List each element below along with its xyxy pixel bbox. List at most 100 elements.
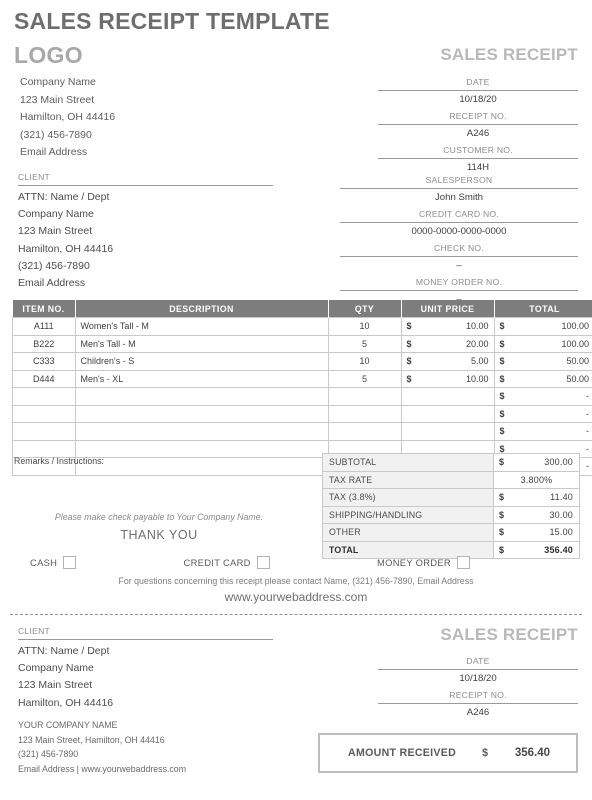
currency-symbol: $ [499, 527, 505, 538]
payment-info-value[interactable]: – [340, 257, 578, 276]
payment-info-value[interactable]: John Smith [340, 189, 578, 208]
cell-unit-price[interactable]: $20.00 [400, 334, 495, 353]
cell-total-value: 50.00 [566, 356, 589, 367]
receipt-page: SALES RECEIPT TEMPLATE LOGO SALES RECEIP… [0, 0, 592, 800]
checkbox[interactable] [256, 556, 270, 569]
cell-unit-price[interactable] [400, 422, 495, 441]
cell-qty[interactable]: 5 [327, 334, 402, 353]
cell-total-value: 50.00 [566, 373, 589, 384]
cell-total[interactable]: $100.00 [493, 317, 592, 336]
stub-company-line: 123 Main Street, Hamilton, OH 44416 [18, 734, 165, 745]
website-url[interactable]: www.yourwebaddress.com [0, 590, 592, 604]
cell-description[interactable]: Children's - S [74, 352, 329, 371]
receipt-info-value[interactable]: 10/18/20 [378, 91, 578, 110]
cell-description[interactable] [74, 422, 329, 441]
cell-item-no[interactable] [12, 404, 76, 423]
cell-description[interactable]: Women's Tall - M [74, 317, 329, 336]
totals-amount: 11.40 [550, 492, 573, 503]
cell-unit-price[interactable]: $10.00 [400, 317, 495, 336]
totals-label: OTHER [322, 523, 494, 542]
cell-qty[interactable] [327, 387, 402, 406]
totals-amount: 30.00 [549, 509, 573, 520]
stub-info-label: DATE [378, 655, 578, 670]
stub-info-value[interactable]: 10/18/20 [378, 670, 578, 689]
totals-value[interactable]: $300.00 [493, 453, 580, 472]
payment-info-value[interactable]: 0000-0000-0000-0000 [340, 223, 578, 242]
amount-received-value: 356.40 [514, 747, 550, 759]
receipt-info-value[interactable]: A246 [378, 125, 578, 144]
payment-method-money-order[interactable]: MONEY ORDER [377, 556, 470, 569]
cell-description[interactable] [74, 387, 329, 406]
cell-total[interactable]: $50.00 [493, 352, 592, 371]
stub-client-address-line: Company Name [18, 662, 94, 675]
checkbox[interactable] [457, 556, 470, 569]
cell-item-no[interactable]: B222 [12, 334, 76, 353]
payment-method-credit-card[interactable]: CREDIT CARD [184, 556, 270, 569]
cell-qty[interactable]: 10 [327, 352, 402, 371]
cell-description[interactable] [74, 404, 329, 423]
cell-unit-price-value: 20.00 [465, 338, 489, 349]
cell-total-value: 100.00 [561, 338, 589, 349]
cell-qty[interactable] [327, 404, 402, 423]
table-row[interactable]: $- [12, 404, 592, 423]
items-table: ITEM NO. DESCRIPTION QTY UNIT PRICE TOTA… [12, 300, 592, 476]
currency-symbol: $ [499, 457, 505, 468]
totals-value[interactable]: $15.00 [493, 523, 580, 542]
cell-total[interactable]: $- [493, 387, 592, 406]
cell-qty[interactable] [327, 422, 402, 441]
payment-method-label: CASH [30, 557, 58, 568]
currency-symbol: $ [499, 373, 505, 384]
totals-value[interactable]: 3.800% [493, 470, 580, 489]
payment-method-group: CASH CREDIT CARD MONEY ORDER [30, 556, 470, 569]
client-address-line: 123 Main Street [18, 225, 93, 238]
cell-total[interactable]: $100.00 [493, 334, 592, 353]
totals-value[interactable]: $356.40 [493, 540, 580, 559]
cell-total-value: - [586, 461, 589, 472]
payment-info-stack: SALESPERSON John Smith CREDIT CARD NO. 0000… [340, 174, 578, 310]
table-row[interactable]: $- [12, 422, 592, 441]
totals-value[interactable]: $11.40 [493, 488, 580, 507]
cell-item-no[interactable]: A111 [12, 317, 76, 336]
currency-symbol: $ [499, 356, 505, 367]
cell-description[interactable] [74, 457, 329, 476]
cell-item-no[interactable]: D444 [12, 369, 76, 388]
cell-total[interactable]: $50.00 [493, 369, 592, 388]
cell-unit-price[interactable] [400, 387, 495, 406]
cell-description[interactable] [74, 439, 329, 458]
currency-symbol: $ [499, 321, 505, 332]
cell-unit-price[interactable] [400, 404, 495, 423]
table-row[interactable]: B222 Men's Tall - M 5 $20.00 $100.00 [12, 334, 592, 353]
cell-total[interactable]: $- [493, 422, 592, 441]
stub-client-address-line: 123 Main Street [18, 679, 93, 692]
cell-qty[interactable]: 10 [327, 317, 402, 336]
totals-label: TAX (3.8%) [322, 488, 494, 507]
stub-info-value[interactable]: A246 [378, 704, 578, 723]
cell-item-no[interactable] [12, 422, 76, 441]
cell-qty[interactable]: 5 [327, 369, 402, 388]
payment-info-label: SALESPERSON [340, 174, 578, 189]
table-row[interactable]: D444 Men's - XL 5 $10.00 $50.00 [12, 369, 592, 388]
cell-item-no[interactable] [12, 387, 76, 406]
cell-item-no[interactable] [12, 439, 76, 458]
cell-item-no[interactable]: C333 [12, 352, 76, 371]
totals-value[interactable]: $30.00 [493, 505, 580, 524]
company-address-line: Company Name [20, 76, 96, 88]
receipt-info-label: CUSTOMER NO. [378, 144, 578, 159]
cell-total[interactable]: $- [493, 404, 592, 423]
currency-symbol: $ [499, 391, 505, 402]
table-row[interactable]: $- [12, 387, 592, 406]
cell-description[interactable]: Men's - XL [74, 369, 329, 388]
cell-description[interactable]: Men's Tall - M [74, 334, 329, 353]
cell-unit-price-value: 10.00 [465, 373, 489, 384]
currency-symbol: $ [499, 509, 505, 520]
stub-client-lines: ATTN: Name / Dept Company Name 123 Main St… [18, 643, 273, 712]
col-total: TOTAL [494, 300, 592, 318]
table-row[interactable]: C333 Children's - S 10 $5.00 $50.00 [12, 352, 592, 371]
checkbox[interactable] [63, 556, 77, 569]
cell-unit-price[interactable]: $5.00 [400, 352, 495, 371]
cell-unit-price[interactable]: $10.00 [400, 369, 495, 388]
col-unit-price: UNIT PRICE [401, 300, 495, 318]
table-row[interactable]: A111 Women's Tall - M 10 $10.00 $100.00 [12, 317, 592, 336]
payment-method-cash[interactable]: CASH [30, 556, 77, 569]
client-address-line: Hamilton, OH 44416 [18, 242, 114, 255]
